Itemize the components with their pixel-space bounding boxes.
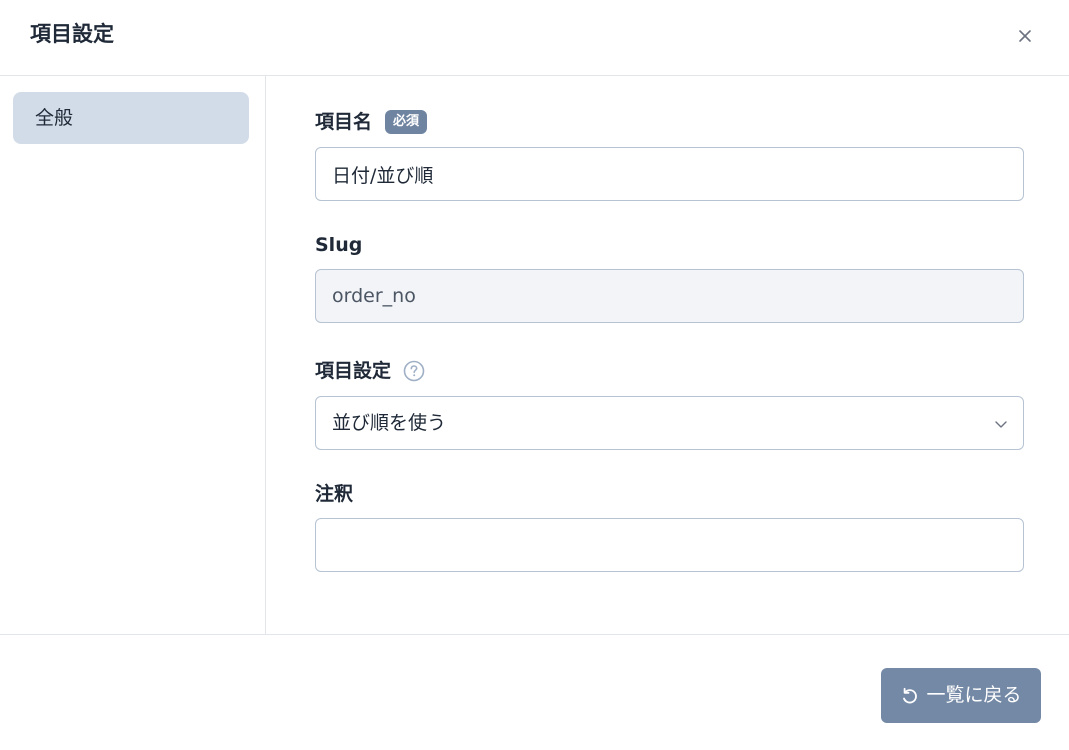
setting-select-value: 並び順を使う	[332, 412, 447, 434]
slug-input[interactable]	[315, 269, 1024, 323]
dialog-footer: 一覧に戻る	[0, 634, 1069, 750]
note-label-text: 注釈	[315, 483, 354, 505]
question-circle-icon[interactable]	[403, 360, 425, 382]
dialog-title: 項目設定	[30, 22, 114, 46]
note-input[interactable]	[315, 518, 1024, 572]
required-badge: 必須	[385, 110, 428, 134]
back-button-label: 一覧に戻る	[926, 684, 1022, 706]
name-label-text: 項目名	[315, 111, 373, 133]
setting-label-text: 項目設定	[315, 360, 392, 382]
name-input[interactable]	[315, 147, 1024, 201]
undo-icon	[903, 687, 918, 703]
slug-label-text: Slug	[315, 234, 363, 256]
setting-select[interactable]: 並び順を使う	[315, 396, 1024, 450]
sidebar: 全般	[0, 76, 266, 635]
dialog-header: 項目設定	[0, 0, 1069, 76]
close-icon	[1019, 30, 1031, 42]
sidebar-item-label: 全般	[35, 107, 74, 129]
chevron-down-icon	[995, 421, 1007, 428]
form-panel: 項目名 必須 Slug 項目設定 並び順を使う 注釈	[266, 76, 1069, 635]
name-field-label: 項目名 必須	[315, 109, 428, 135]
slug-field-label: Slug	[315, 232, 362, 258]
sidebar-item-general[interactable]: 全般	[13, 92, 249, 144]
note-field-label: 注釈	[315, 481, 353, 507]
close-button[interactable]	[1013, 24, 1037, 48]
setting-field-label: 項目設定	[315, 358, 425, 384]
back-to-list-button[interactable]: 一覧に戻る	[881, 668, 1041, 723]
